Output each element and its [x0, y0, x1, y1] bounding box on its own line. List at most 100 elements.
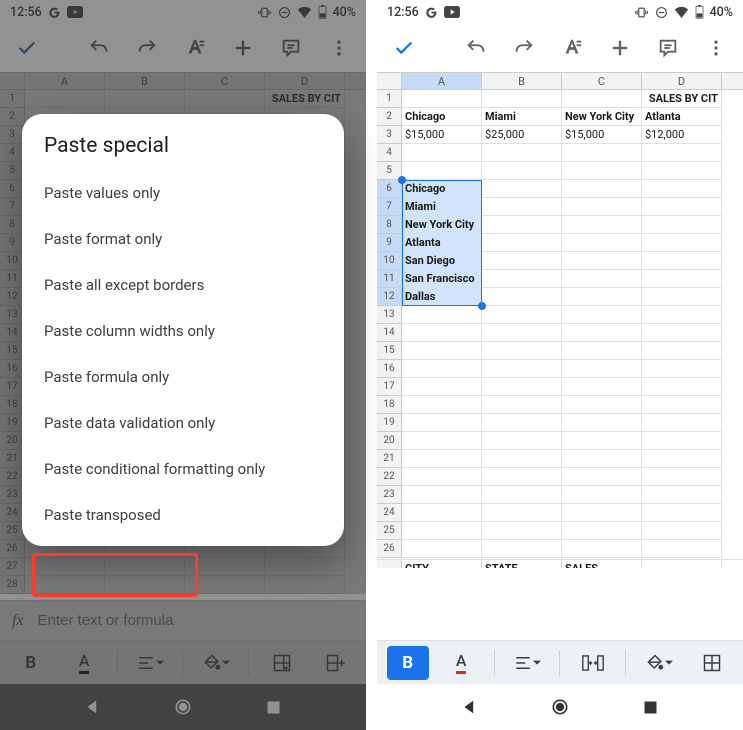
cell[interactable]	[482, 360, 562, 378]
cell[interactable]	[642, 216, 722, 234]
undo-icon[interactable]	[463, 35, 489, 61]
back-icon[interactable]	[460, 697, 480, 717]
menu-item-paste-values[interactable]: Paste values only	[22, 170, 344, 216]
add-icon[interactable]	[607, 35, 633, 61]
cell[interactable]	[402, 162, 482, 180]
cell[interactable]	[482, 324, 562, 342]
cell[interactable]: Chicago	[402, 108, 482, 126]
cell[interactable]	[562, 486, 642, 504]
cell[interactable]	[642, 540, 722, 558]
cell[interactable]	[482, 180, 562, 198]
cell[interactable]	[402, 396, 482, 414]
redo-icon[interactable]	[511, 35, 537, 61]
menu-item-paste-formula[interactable]: Paste formula only	[22, 354, 344, 400]
col-head[interactable]: A	[402, 73, 482, 89]
cell[interactable]	[562, 378, 642, 396]
cell[interactable]	[402, 504, 482, 522]
borders-button[interactable]	[691, 646, 733, 680]
cell[interactable]: STATE	[482, 560, 562, 568]
cell[interactable]	[482, 468, 562, 486]
cell[interactable]	[482, 162, 562, 180]
cell[interactable]	[562, 522, 642, 540]
menu-item-paste-except-borders[interactable]: Paste all except borders	[22, 262, 344, 308]
cell[interactable]	[642, 432, 722, 450]
cell[interactable]	[562, 468, 642, 486]
cell[interactable]	[642, 180, 722, 198]
cell[interactable]	[482, 378, 562, 396]
cell[interactable]	[562, 432, 642, 450]
cell[interactable]: Atlanta	[402, 234, 482, 252]
cell[interactable]	[482, 396, 562, 414]
cell[interactable]	[642, 414, 722, 432]
cell[interactable]	[642, 162, 722, 180]
cell[interactable]	[482, 540, 562, 558]
cell[interactable]	[562, 180, 642, 198]
cell[interactable]	[642, 522, 722, 540]
menu-item-paste-col-widths[interactable]: Paste column widths only	[22, 308, 344, 354]
cell[interactable]	[402, 360, 482, 378]
cell[interactable]	[562, 414, 642, 432]
cell[interactable]	[562, 270, 642, 288]
cell[interactable]	[562, 360, 642, 378]
cell[interactable]	[482, 414, 562, 432]
cell[interactable]	[562, 216, 642, 234]
cell[interactable]	[402, 522, 482, 540]
cell[interactable]	[562, 234, 642, 252]
cell[interactable]	[482, 216, 562, 234]
cell[interactable]: Atlanta	[642, 108, 722, 126]
cell[interactable]	[562, 90, 642, 108]
cell[interactable]	[642, 468, 722, 486]
cell[interactable]: $25,000	[482, 126, 562, 144]
cell[interactable]	[482, 198, 562, 216]
cell[interactable]	[482, 270, 562, 288]
cell[interactable]	[482, 234, 562, 252]
cell[interactable]	[642, 504, 722, 522]
cell[interactable]	[562, 540, 642, 558]
cell[interactable]	[402, 468, 482, 486]
cell[interactable]	[482, 432, 562, 450]
spreadsheet-grid[interactable]: A B C D 1SALES BY CIT2ChicagoMiamiNew Yo…	[377, 72, 743, 558]
cell[interactable]: Miami	[402, 198, 482, 216]
cell[interactable]	[642, 288, 722, 306]
cell[interactable]	[562, 198, 642, 216]
text-format-icon[interactable]	[559, 35, 585, 61]
cell[interactable]	[562, 396, 642, 414]
col-head[interactable]: B	[482, 73, 562, 89]
fill-color-button[interactable]	[638, 646, 680, 680]
home-icon[interactable]	[550, 697, 570, 717]
menu-item-paste-cond-format[interactable]: Paste conditional formatting only	[22, 446, 344, 492]
selection-handle[interactable]	[478, 302, 486, 310]
cell[interactable]	[642, 396, 722, 414]
menu-item-paste-format[interactable]: Paste format only	[22, 216, 344, 262]
cell[interactable]	[402, 306, 482, 324]
cell[interactable]	[642, 252, 722, 270]
cell[interactable]	[642, 144, 722, 162]
cell[interactable]	[562, 450, 642, 468]
cell[interactable]	[642, 234, 722, 252]
cell[interactable]: San Diego	[402, 252, 482, 270]
menu-item-paste-transposed[interactable]: Paste transposed	[22, 492, 344, 538]
cell[interactable]: San Francisco	[402, 270, 482, 288]
cell[interactable]	[402, 90, 482, 108]
cell[interactable]	[482, 90, 562, 108]
merge-button[interactable]	[572, 646, 614, 680]
more-icon[interactable]	[703, 35, 729, 61]
cell[interactable]	[402, 486, 482, 504]
cell[interactable]: $15,000	[562, 126, 642, 144]
cell[interactable]	[562, 306, 642, 324]
cell[interactable]	[642, 342, 722, 360]
cell[interactable]	[482, 504, 562, 522]
bold-button[interactable]: B	[387, 646, 429, 680]
cell[interactable]	[402, 378, 482, 396]
cell[interactable]	[482, 522, 562, 540]
cell[interactable]	[402, 432, 482, 450]
cell[interactable]	[642, 486, 722, 504]
cell[interactable]	[402, 144, 482, 162]
selection-handle[interactable]	[398, 176, 406, 184]
cell[interactable]	[642, 270, 722, 288]
cell[interactable]: Dallas	[402, 288, 482, 306]
cell[interactable]: $15,000	[402, 126, 482, 144]
cell[interactable]: New York City	[402, 216, 482, 234]
col-head[interactable]: D	[642, 73, 722, 89]
cell[interactable]	[482, 450, 562, 468]
